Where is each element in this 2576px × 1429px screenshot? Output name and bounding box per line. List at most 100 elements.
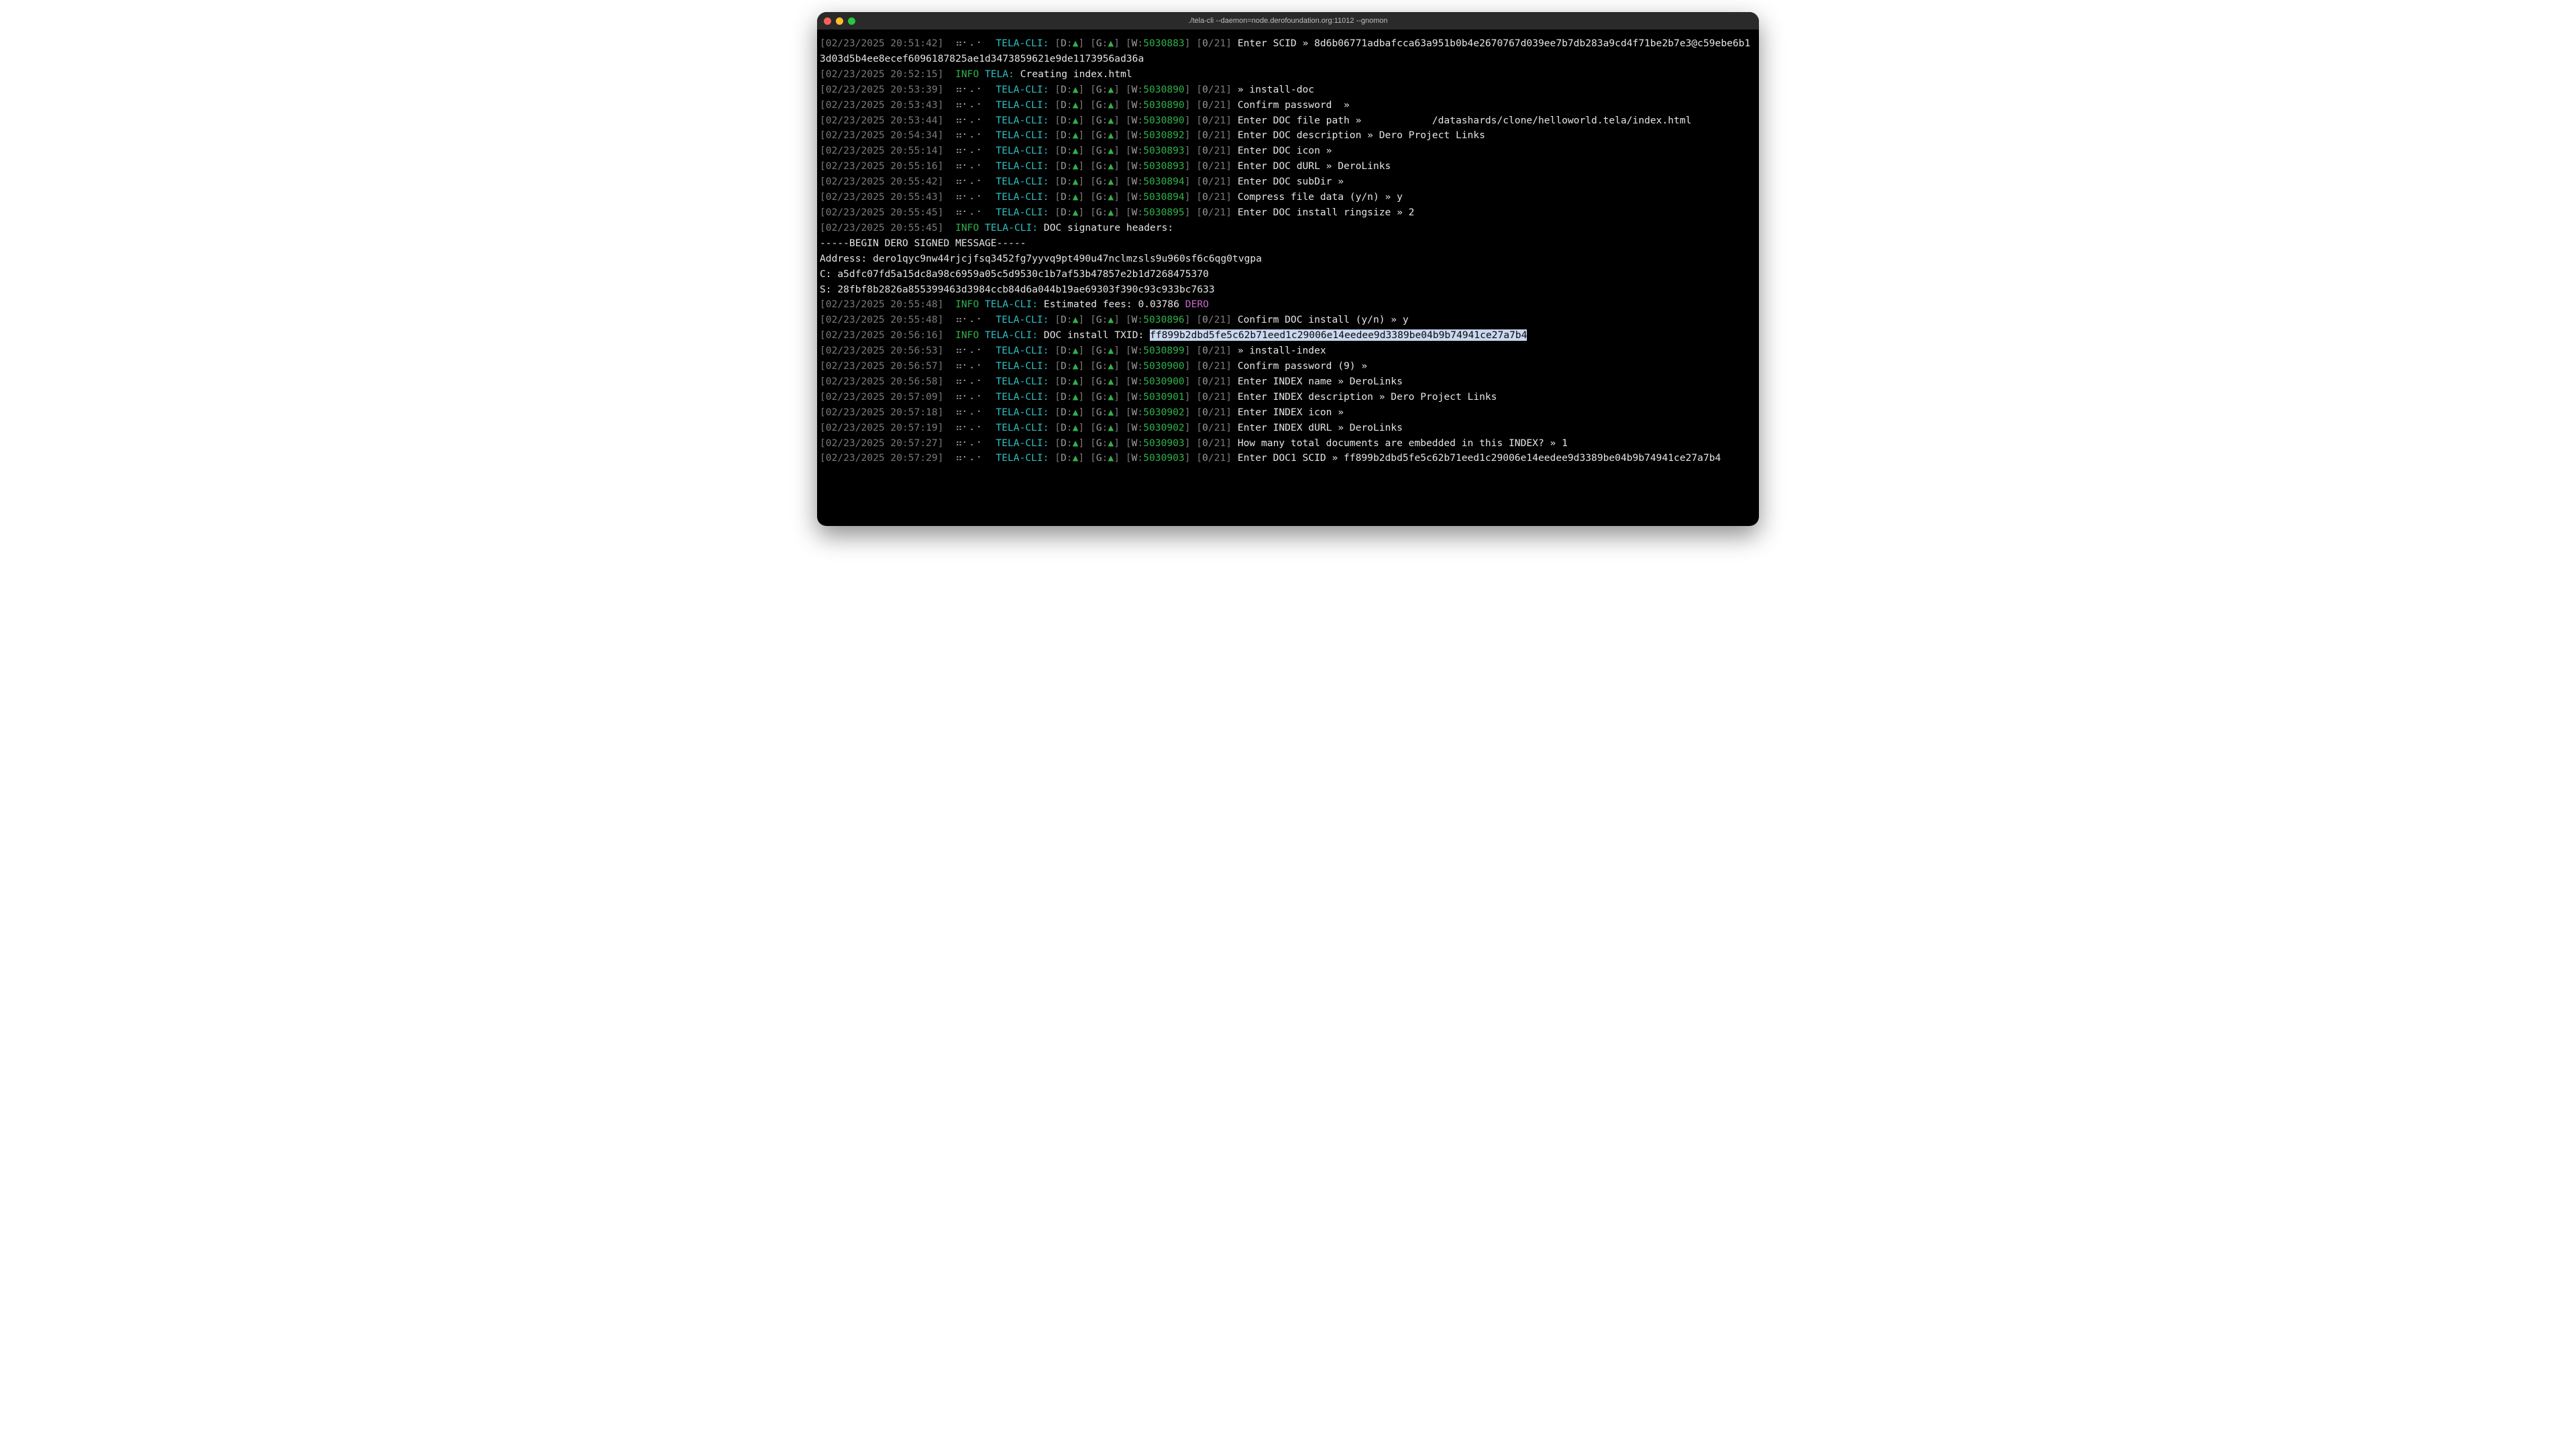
braille-spinner-icon: ⠶⠂⠄⠂ [955, 422, 996, 433]
timestamp: [02/23/2025 20:56:53] [820, 345, 955, 356]
timestamp: [02/23/2025 20:55:48] [820, 314, 955, 325]
block-height: 5030903 [1143, 437, 1185, 449]
gnomon-status-up-icon: ▲ [1108, 407, 1114, 418]
info-label: INFO [955, 299, 985, 310]
block-height: 5030894 [1143, 191, 1185, 203]
gnomon-status-up-icon: ▲ [1108, 191, 1114, 203]
line-body: Enter DOC dURL » DeroLinks [1238, 160, 1391, 172]
gnomon-status-up-icon: ▲ [1108, 99, 1114, 111]
terminal-line: [02/23/2025 20:55:48] ⠶⠂⠄⠂ TELA-CLI: [D:… [820, 313, 1756, 328]
gnomon-status-up-icon: ▲ [1108, 345, 1114, 356]
braille-spinner-icon: ⠶⠂⠄⠂ [955, 407, 996, 418]
line-body: Enter DOC file path » /datashards/clone/… [1238, 115, 1692, 126]
terminal-line: [02/23/2025 20:54:34] ⠶⠂⠄⠂ TELA-CLI: [D:… [820, 128, 1756, 144]
block-height: 5030883 [1143, 38, 1185, 49]
line-body: Enter DOC install ringsize » 2 [1238, 207, 1415, 218]
timestamp: [02/23/2025 20:57:18] [820, 407, 955, 418]
block-height: 5030900 [1143, 360, 1185, 372]
timestamp: [02/23/2025 20:55:45] [820, 222, 955, 233]
terminal-line: [02/23/2025 20:56:58] ⠶⠂⠄⠂ TELA-CLI: [D:… [820, 374, 1756, 390]
terminal-line: [02/23/2025 20:55:42] ⠶⠂⠄⠂ TELA-CLI: [D:… [820, 174, 1756, 190]
cli-label: TELA-CLI: [996, 314, 1055, 325]
braille-spinner-icon: ⠶⠂⠄⠂ [955, 360, 996, 372]
cli-label: TELA-CLI: [996, 38, 1055, 49]
line-body: Enter DOC subDir » [1238, 176, 1344, 187]
info-label: INFO [955, 68, 985, 80]
braille-spinner-icon: ⠶⠂⠄⠂ [955, 160, 996, 172]
block-height: 5030896 [1143, 314, 1185, 325]
braille-spinner-icon: ⠶⠂⠄⠂ [955, 207, 996, 218]
gnomon-status-up-icon: ▲ [1108, 160, 1114, 172]
braille-spinner-icon: ⠶⠂⠄⠂ [955, 176, 996, 187]
plain-line: C: a5dfc07fd5a15dc8a98c6959a05c5d9530c1b… [820, 268, 1209, 280]
traffic-lights [824, 17, 855, 25]
timestamp: [02/23/2025 20:55:43] [820, 191, 955, 203]
line-body: DOC signature headers: [1044, 222, 1173, 233]
gnomon-status-up-icon: ▲ [1108, 422, 1114, 433]
timestamp: [02/23/2025 20:57:29] [820, 452, 955, 464]
timestamp: [02/23/2025 20:51:42] [820, 38, 955, 49]
terminal-line: -----BEGIN DERO SIGNED MESSAGE----- [820, 236, 1756, 252]
line-body: Enter INDEX dURL » DeroLinks [1238, 422, 1403, 433]
braille-spinner-icon: ⠶⠂⠄⠂ [955, 129, 996, 141]
timestamp: [02/23/2025 20:55:48] [820, 299, 955, 310]
line-body: » install-doc [1238, 84, 1314, 95]
terminal-line: [02/23/2025 20:52:15] INFO TELA: Creatin… [820, 67, 1756, 83]
block-height: 5030899 [1143, 345, 1185, 356]
terminal-line: [02/23/2025 20:55:16] ⠶⠂⠄⠂ TELA-CLI: [D:… [820, 159, 1756, 174]
gnomon-status-up-icon: ▲ [1108, 176, 1114, 187]
zoom-icon[interactable] [848, 17, 855, 25]
timestamp: [02/23/2025 20:56:16] [820, 329, 955, 341]
braille-spinner-icon: ⠶⠂⠄⠂ [955, 38, 996, 49]
gnomon-status-up-icon: ▲ [1108, 437, 1114, 449]
block-height: 5030890 [1143, 84, 1185, 95]
terminal-line: [02/23/2025 20:57:27] ⠶⠂⠄⠂ TELA-CLI: [D:… [820, 436, 1756, 452]
line-body: Compress file data (y/n) » y [1238, 191, 1403, 203]
terminal-line: [02/23/2025 20:51:42] ⠶⠂⠄⠂ TELA-CLI: [D:… [820, 36, 1756, 67]
cli-label: TELA-CLI: [996, 391, 1055, 403]
terminal-output[interactable]: [02/23/2025 20:51:42] ⠶⠂⠄⠂ TELA-CLI: [D:… [817, 30, 1759, 473]
timestamp: [02/23/2025 20:53:39] [820, 84, 955, 95]
block-height: 5030903 [1143, 452, 1185, 464]
line-body: Confirm DOC install (y/n) » y [1238, 314, 1409, 325]
cli-label: TELA-CLI: [996, 129, 1055, 141]
line-body: Enter DOC icon » [1238, 145, 1332, 156]
terminal-line: [02/23/2025 20:56:57] ⠶⠂⠄⠂ TELA-CLI: [D:… [820, 359, 1756, 374]
gnomon-status-up-icon: ▲ [1108, 145, 1114, 156]
terminal-line: [02/23/2025 20:56:16] INFO TELA-CLI: DOC… [820, 328, 1756, 343]
block-height: 5030902 [1143, 422, 1185, 433]
plain-line: S: 28fbf8b2826a855399463d3984ccb84d6a044… [820, 284, 1215, 295]
timestamp: [02/23/2025 20:53:44] [820, 115, 955, 126]
timestamp: [02/23/2025 20:56:57] [820, 360, 955, 372]
braille-spinner-icon: ⠶⠂⠄⠂ [955, 437, 996, 449]
line-body: DOC install TXID: [1044, 329, 1150, 341]
gnomon-status-up-icon: ▲ [1108, 360, 1114, 372]
cli-label: TELA-CLI: [985, 222, 1044, 233]
dero-unit: DERO [1185, 299, 1209, 310]
close-icon[interactable] [824, 17, 831, 25]
terminal-line: S: 28fbf8b2826a855399463d3984ccb84d6a044… [820, 282, 1756, 298]
cli-label: TELA-CLI: [996, 191, 1055, 203]
line-body: Enter INDEX description » Dero Project L… [1238, 391, 1497, 403]
braille-spinner-icon: ⠶⠂⠄⠂ [955, 84, 996, 95]
block-height: 5030890 [1143, 99, 1185, 111]
minimize-icon[interactable] [836, 17, 843, 25]
gnomon-status-up-icon: ▲ [1108, 207, 1114, 218]
block-height: 5030892 [1143, 129, 1185, 141]
cli-label: TELA-CLI: [996, 160, 1055, 172]
cli-label: TELA-CLI: [996, 207, 1055, 218]
gnomon-status-up-icon: ▲ [1108, 391, 1114, 403]
terminal-window: ./tela-cli --daemon=node.derofoundation.… [817, 12, 1759, 526]
braille-spinner-icon: ⠶⠂⠄⠂ [955, 376, 996, 387]
block-height: 5030893 [1143, 160, 1185, 172]
cli-label: TELA-CLI: [985, 299, 1044, 310]
gnomon-status-up-icon: ▲ [1108, 84, 1114, 95]
timestamp: [02/23/2025 20:57:09] [820, 391, 955, 403]
gnomon-status-up-icon: ▲ [1108, 115, 1114, 126]
window-title: ./tela-cli --daemon=node.derofoundation.… [817, 17, 1759, 25]
braille-spinner-icon: ⠶⠂⠄⠂ [955, 145, 996, 156]
selected-txid: ff899b2dbd5fe5c62b71eed1c29006e14eedee9d… [1150, 329, 1527, 341]
terminal-line: Address: dero1qyc9nw44rjcjfsq3452fg7yyvq… [820, 252, 1756, 267]
cli-label: TELA-CLI: [996, 99, 1055, 111]
line-body: Enter INDEX name » DeroLinks [1238, 376, 1403, 387]
